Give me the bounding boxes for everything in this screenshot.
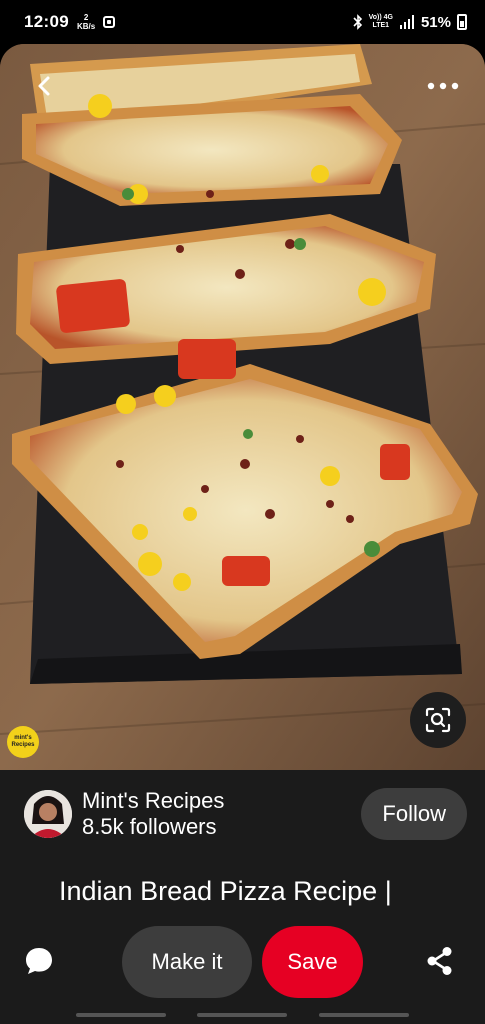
nav-handle-right xyxy=(319,1013,410,1017)
battery-icon xyxy=(457,14,467,30)
more-options-icon xyxy=(427,82,459,90)
nav-handle-center xyxy=(197,1013,288,1017)
comment-button[interactable] xyxy=(22,944,56,978)
visual-search-icon xyxy=(425,707,451,733)
pin-details-panel: Mint's Recipes 8.5k followers Follow Ind… xyxy=(0,770,485,1024)
comment-icon xyxy=(26,948,52,974)
network-type-top: Vo)) 4G xyxy=(368,14,393,21)
back-arrow-icon xyxy=(38,76,50,96)
more-options-button[interactable] xyxy=(423,68,463,104)
network-speed-value: 2 xyxy=(83,13,89,22)
nav-handle-left xyxy=(75,1013,166,1017)
follower-count: 8.5k followers xyxy=(82,814,217,839)
save-button[interactable]: Save xyxy=(262,926,363,998)
share-icon xyxy=(427,947,452,975)
battery-percent: 51% xyxy=(420,13,451,31)
make-it-button[interactable]: Make it xyxy=(122,926,252,998)
share-button[interactable] xyxy=(423,944,457,978)
pin-title: Indian Bread Pizza Recipe | xyxy=(59,876,392,906)
status-indicators: Vo)) 4G LTE1 51% xyxy=(353,14,467,31)
bread-pizza-photo xyxy=(0,44,485,770)
status-time: 12:09 xyxy=(24,12,69,31)
pin-image[interactable]: mint's Recipes xyxy=(0,44,485,770)
visual-search-button[interactable] xyxy=(410,692,466,748)
back-button[interactable] xyxy=(24,66,64,106)
follow-button[interactable]: Follow xyxy=(361,788,467,840)
network-speed-unit: KB/s xyxy=(76,22,96,31)
status-bar: 12:09 2 KB/s Vo)) 4G LTE1 51% xyxy=(0,0,485,44)
creator-avatar-image xyxy=(24,790,72,838)
creator-row: Mint's Recipes 8.5k followers Follow xyxy=(24,786,467,842)
system-nav-bar xyxy=(0,1013,485,1019)
creator-name[interactable]: Mint's Recipes xyxy=(82,788,224,814)
network-speed: 2 KB/s xyxy=(77,13,95,31)
avatar[interactable] xyxy=(24,790,72,838)
bluetooth-icon xyxy=(353,14,362,30)
app-notification-icon xyxy=(103,16,116,28)
network-type-bottom: LTE1 xyxy=(372,22,390,29)
watermark-logo: mint's Recipes xyxy=(7,726,39,758)
network-type: Vo)) 4G LTE1 xyxy=(369,14,393,30)
creator-info[interactable]: Mint's Recipes 8.5k followers xyxy=(82,788,224,840)
signal-icon xyxy=(399,15,414,29)
action-bar: Make it Save xyxy=(0,926,485,998)
